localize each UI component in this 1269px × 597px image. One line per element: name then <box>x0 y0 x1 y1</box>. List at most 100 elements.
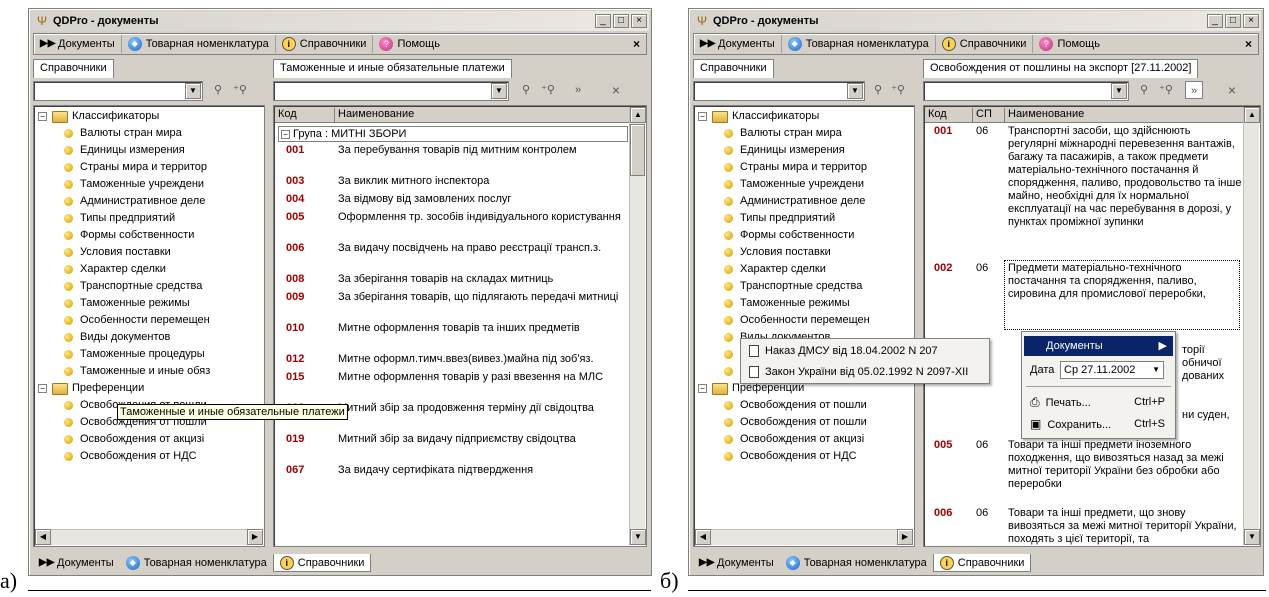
collapse-icon[interactable]: − <box>698 112 707 121</box>
column-code[interactable]: Код <box>925 108 973 122</box>
menu-item-print[interactable]: ⎙ Печать... Ctrl+P <box>1024 392 1173 412</box>
chevron-down-icon[interactable]: ▼ <box>491 83 507 99</box>
tree-item[interactable]: Особенности перемещен <box>694 312 914 329</box>
tree-item[interactable]: Характер сделки <box>34 261 264 278</box>
tree-item[interactable]: Типы предприятий <box>694 210 914 227</box>
tree-item[interactable]: Таможенные режимы <box>34 295 264 312</box>
scroll-up-icon[interactable]: ▲ <box>1244 107 1260 123</box>
minimize-button[interactable]: _ <box>1207 14 1223 28</box>
tree-item[interactable]: Освобождения от пошли <box>694 414 914 431</box>
expand-all-icon[interactable]: » <box>1185 81 1203 99</box>
right-filter-combo[interactable]: ▼ <box>273 81 509 101</box>
tree-item[interactable]: Валюты стран мира <box>694 125 914 142</box>
binoculars-icon[interactable]: ⚲ <box>209 81 227 99</box>
tree-horizontal-scrollbar[interactable]: ◀ ▶ <box>695 529 913 545</box>
clear-icon[interactable]: × <box>1223 81 1241 99</box>
column-code[interactable]: Код <box>275 108 335 122</box>
collapse-icon[interactable]: − <box>698 384 707 393</box>
tree-item[interactable]: Таможенные режимы <box>694 295 914 312</box>
tree-item[interactable]: Характер сделки <box>694 261 914 278</box>
tree-item[interactable]: Типы предприятий <box>34 210 264 227</box>
toolbar-help[interactable]: ? Помощь <box>1033 35 1106 53</box>
menu-item-documents[interactable]: Документы ▶ <box>1024 336 1173 356</box>
table-row[interactable]: 006 За видачу посвідчень на право реєстра… <box>274 242 629 272</box>
close-button[interactable]: × <box>1243 14 1259 28</box>
column-name[interactable]: Наименование <box>1005 108 1245 122</box>
table-row[interactable]: 005 Оформлення тр. зособів індивідуальног… <box>274 211 629 241</box>
bottom-references[interactable]: i Справочники <box>272 554 372 572</box>
maximize-button[interactable]: □ <box>1225 14 1241 28</box>
tree-item[interactable]: Виды документов <box>34 329 264 346</box>
table-row[interactable]: 009 За зберігання товарів, що підлягають … <box>274 291 629 321</box>
column-sp[interactable]: СП <box>973 108 1005 122</box>
table-row[interactable]: 008 За зберігання товарів на складах митн… <box>274 273 629 290</box>
tree-item[interactable]: Валюты стран мира <box>34 125 264 142</box>
column-name[interactable]: Наименование <box>335 108 631 122</box>
tree-item[interactable]: Транспортные средства <box>34 278 264 295</box>
collapse-icon[interactable]: − <box>38 112 47 121</box>
scroll-right-icon[interactable]: ▶ <box>247 529 263 545</box>
tree-item[interactable]: Освобождения от НДС <box>34 448 264 465</box>
bottom-documents[interactable]: ▶▶ Документы <box>693 554 780 572</box>
tree-item[interactable]: Особенности перемещен <box>34 312 264 329</box>
tree-item[interactable]: Освобождения от акцизі <box>694 431 914 448</box>
clear-icon[interactable]: × <box>607 81 625 99</box>
maximize-button[interactable]: □ <box>613 14 629 28</box>
toolbar-nomenclature[interactable]: ◆ Товарная номенклатура <box>122 35 276 53</box>
tree-item[interactable]: Формы собственности <box>34 227 264 244</box>
grid-vertical-scrollbar[interactable]: ▲ ▼ <box>629 107 646 545</box>
collapse-icon[interactable]: − <box>38 384 47 393</box>
right-filter-combo[interactable]: ▼ <box>923 81 1129 101</box>
grid-vertical-scrollbar[interactable]: ▲ ▼ <box>1243 107 1260 545</box>
tree-item[interactable]: Транспортные средства <box>694 278 914 295</box>
bottom-references[interactable]: i Справочники <box>932 554 1032 572</box>
menu-item-save[interactable]: ▣ Сохранить... Ctrl+S <box>1024 414 1173 434</box>
tree-item[interactable]: Освобождения от НДС <box>694 448 914 465</box>
tree-item[interactable]: Административное деле <box>34 193 264 210</box>
chevron-down-icon[interactable]: ▼ <box>1152 362 1160 378</box>
tree-item[interactable]: Таможенные учреждени <box>694 176 914 193</box>
tree-item[interactable]: Освобождения от пошли <box>694 397 914 414</box>
left-filter-combo[interactable]: ▼ <box>33 81 203 101</box>
tree-node-root[interactable]: − Классификаторы <box>694 108 914 125</box>
scroll-thumb[interactable] <box>630 124 645 176</box>
toolbar-help[interactable]: ? Помощь <box>373 35 446 53</box>
tree-item[interactable]: Страны мира и территор <box>694 159 914 176</box>
tab-payments[interactable]: Таможенные и иные обязательные платежи <box>273 59 512 78</box>
table-row[interactable]: 067 За видачу сертифіката підтвердження <box>274 464 629 494</box>
table-row[interactable]: 012 Митне оформл.тимч.ввез(вивез.)майна п… <box>274 353 629 370</box>
chevron-down-icon[interactable]: ▼ <box>847 83 863 99</box>
date-picker[interactable]: Ср 27.11.2002 ▼ <box>1060 361 1164 379</box>
tab-exemptions[interactable]: Освобождения от пошлины на экспорт [27.1… <box>923 59 1199 78</box>
find-next-icon[interactable]: ⁺⚲ <box>539 81 557 99</box>
tab-references[interactable]: Справочники <box>693 59 774 78</box>
table-row[interactable]: 010 Митне оформлення товарів та інших пре… <box>274 322 629 352</box>
bottom-nomenclature[interactable]: ◆ Товарная номенклатура <box>780 554 933 572</box>
group-row[interactable]: − Група : МИТНІ ЗБОРИ <box>278 126 628 142</box>
toolbar-references[interactable]: i Справочники <box>936 35 1034 53</box>
toolbar-documents[interactable]: ▶▶ Документы <box>34 35 122 53</box>
toolbar-references[interactable]: i Справочники <box>276 35 374 53</box>
scroll-left-icon[interactable]: ◀ <box>35 529 51 545</box>
submenu-item[interactable]: Закон України від 05.02.1992 N 2097-XII <box>743 362 987 382</box>
binoculars-icon[interactable]: ⚲ <box>517 81 535 99</box>
bottom-documents[interactable]: ▶▶ Документы <box>33 554 120 572</box>
close-button[interactable]: × <box>631 14 647 28</box>
scroll-left-icon[interactable]: ◀ <box>695 529 711 545</box>
toolbar-close-icon[interactable]: × <box>633 37 640 51</box>
chevron-down-icon[interactable]: ▼ <box>185 83 201 99</box>
tree-horizontal-scrollbar[interactable]: ◀ ▶ <box>35 529 263 545</box>
table-row[interactable]: 015 Митне оформлення товарів у разі ввезе… <box>274 371 629 401</box>
find-next-icon[interactable]: ⁺⚲ <box>231 81 249 99</box>
toolbar-documents[interactable]: ▶▶ Документы <box>694 35 782 53</box>
bottom-nomenclature[interactable]: ◆ Товарная номенклатура <box>120 554 273 572</box>
tree-item[interactable]: Освобождения от акцизі <box>34 431 264 448</box>
tree-item[interactable]: Страны мира и территор <box>34 159 264 176</box>
tree-item[interactable]: Формы собственности <box>694 227 914 244</box>
scroll-up-icon[interactable]: ▲ <box>630 107 646 123</box>
table-row[interactable]: 004 За відмову від замовлених послуг <box>274 193 629 210</box>
table-row[interactable]: 001 За перебування товарів під митним кон… <box>274 144 629 174</box>
expand-all-icon[interactable]: » <box>569 81 587 99</box>
scroll-right-icon[interactable]: ▶ <box>897 529 913 545</box>
find-next-icon[interactable]: ⁺⚲ <box>1157 81 1175 99</box>
